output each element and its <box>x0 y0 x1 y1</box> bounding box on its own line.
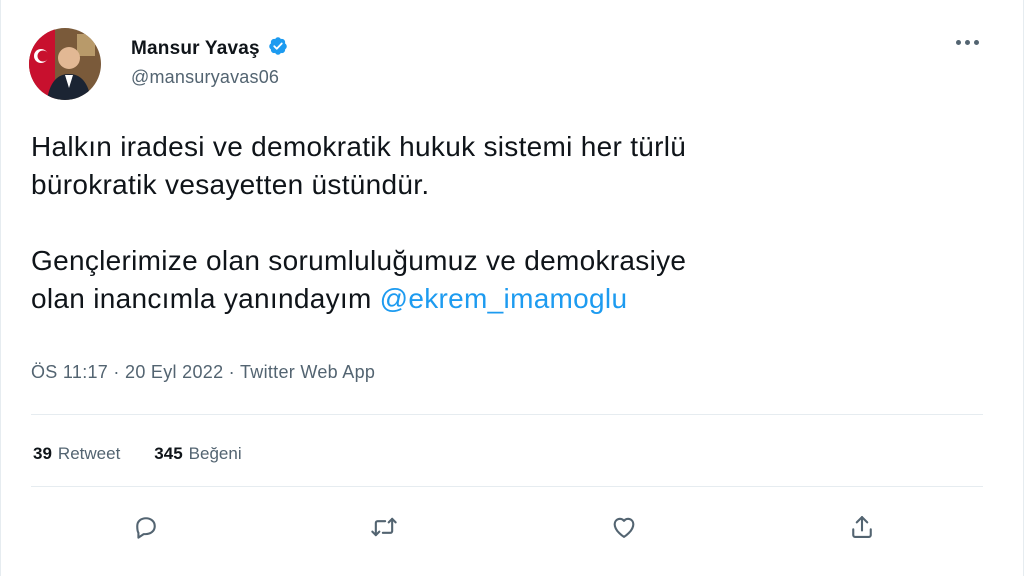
reply-icon[interactable] <box>129 510 163 544</box>
like-label: Beğeni <box>188 444 242 463</box>
avatar[interactable] <box>29 28 101 100</box>
retweet-stat[interactable]: 39 Retweet <box>33 444 120 464</box>
user-info: Mansur Yavaş @mansuryavas06 <box>131 36 288 88</box>
divider <box>31 414 983 415</box>
like-count: 345 <box>154 444 183 463</box>
tweet-timestamp[interactable]: ÖS 11:17 · 20 Eyl 2022 · <box>31 362 240 382</box>
action-bar <box>1 496 1024 556</box>
more-icon[interactable] <box>956 40 979 45</box>
retweet-label: Retweet <box>57 444 121 463</box>
tweet-card: Mansur Yavaş @mansuryavas06 Halkın irade… <box>0 0 1024 576</box>
mention-link[interactable]: @ekrem_imamoglu <box>380 283 628 314</box>
retweet-count: 39 <box>33 444 52 463</box>
retweet-icon[interactable] <box>367 510 401 544</box>
display-name[interactable]: Mansur Yavaş <box>131 38 260 60</box>
tweet-text-part1: Halkın iradesi ve demokratik hukuk siste… <box>31 131 687 200</box>
divider <box>31 486 983 487</box>
tweet-text: Halkın iradesi ve demokratik hukuk siste… <box>31 128 991 318</box>
tweet-source[interactable]: Twitter Web App <box>240 362 375 382</box>
like-stat[interactable]: 345 Beğeni <box>154 444 241 464</box>
tweet-header: Mansur Yavaş @mansuryavas06 <box>29 28 288 100</box>
like-icon[interactable] <box>607 510 641 544</box>
tweet-meta: ÖS 11:17 · 20 Eyl 2022 · Twitter Web App <box>31 362 375 383</box>
verified-badge-icon <box>268 36 288 61</box>
share-icon[interactable] <box>845 510 879 544</box>
tweet-stats: 39 Retweet 345 Beğeni <box>33 444 242 464</box>
user-handle[interactable]: @mansuryavas06 <box>131 67 288 88</box>
